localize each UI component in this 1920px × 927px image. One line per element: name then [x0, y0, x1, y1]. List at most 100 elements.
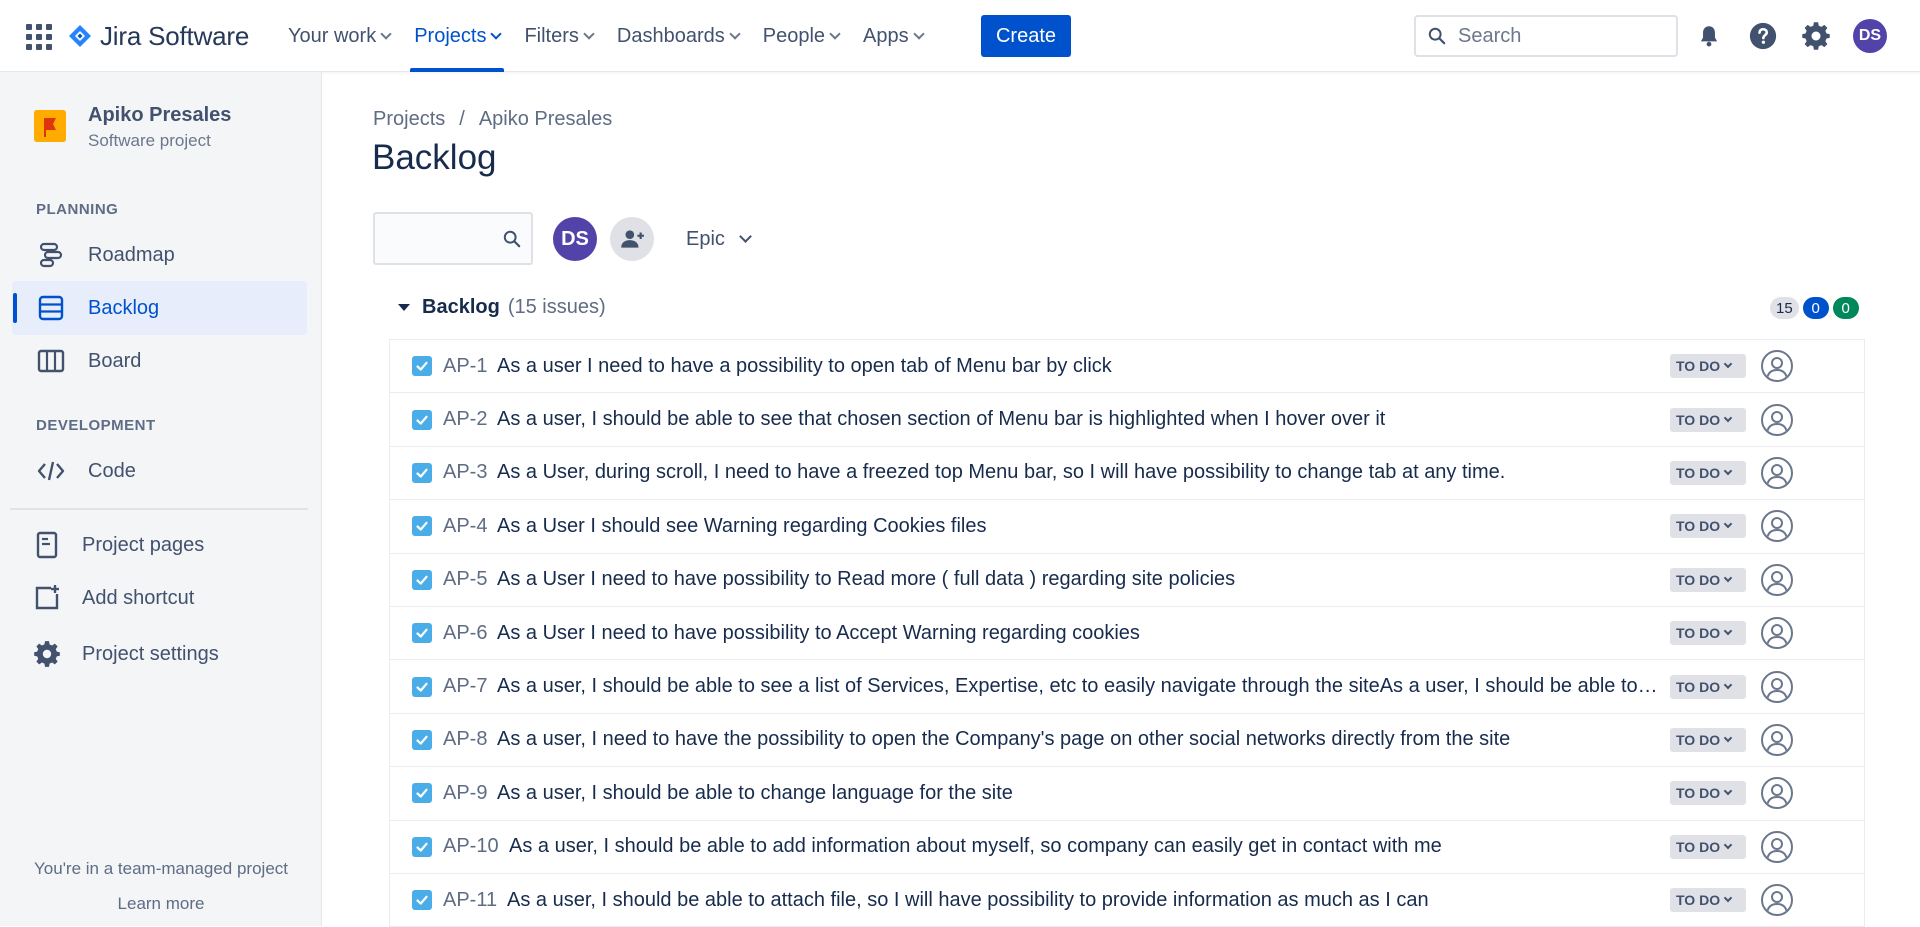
nav-projects[interactable]: Projects [402, 0, 512, 72]
unassigned-avatar-icon[interactable] [1761, 403, 1793, 436]
global-search[interactable] [1414, 15, 1678, 57]
sidebar-item-label: Backlog [88, 296, 160, 319]
table-row[interactable]: AP-6 As a User I need to have possibility… [390, 606, 1864, 661]
code-icon [36, 456, 66, 486]
issue-summary[interactable]: As a user I need to have a possibility t… [497, 355, 1112, 378]
add-people-icon[interactable] [610, 217, 654, 261]
unassigned-avatar-icon[interactable] [1761, 456, 1793, 489]
story-checkbox-icon [412, 569, 432, 590]
sidebar-item-project-pages[interactable]: Project pages [12, 518, 307, 572]
status-label: TO DO [1676, 518, 1721, 535]
nav-filters[interactable]: Filters [512, 0, 604, 72]
user-avatar[interactable]: DS [1853, 19, 1887, 53]
create-button[interactable]: Create [981, 15, 1071, 57]
unassigned-avatar-icon[interactable] [1761, 670, 1793, 703]
table-row[interactable]: AP-10 As a user, I should be able to add … [390, 820, 1864, 874]
story-checkbox-icon [412, 462, 432, 483]
status-dropdown[interactable]: TO DO [1670, 834, 1746, 859]
search-icon [1428, 27, 1446, 45]
table-row[interactable]: AP-11 As a user, I should be able to atta… [390, 873, 1864, 927]
unassigned-avatar-icon[interactable] [1761, 830, 1793, 863]
help-icon[interactable] [1745, 18, 1781, 54]
status-dropdown[interactable]: TO DO [1670, 460, 1746, 485]
project-header[interactable]: Apiko Presales Software project [34, 104, 231, 150]
issue-summary[interactable]: As a user, I should be able to add infor… [509, 835, 1442, 858]
table-row[interactable]: AP-8 As a user, I need to have the possib… [390, 713, 1864, 768]
issue-summary[interactable]: As a User I need to have possibility to … [497, 622, 1140, 645]
issue-key[interactable]: AP-9 [443, 782, 487, 805]
settings-gear-icon[interactable] [1798, 18, 1834, 54]
notifications-bell-icon[interactable] [1691, 18, 1727, 54]
search-input[interactable] [1456, 23, 1656, 49]
app-switcher-icon[interactable] [26, 24, 52, 50]
nav-apps[interactable]: Apps [851, 0, 935, 72]
status-dropdown[interactable]: TO DO [1670, 727, 1746, 752]
status-dropdown[interactable]: TO DO [1670, 354, 1746, 379]
sidebar-item-backlog[interactable]: Backlog [12, 281, 307, 335]
status-dropdown[interactable]: TO DO [1670, 407, 1746, 432]
unassigned-avatar-icon[interactable] [1761, 350, 1793, 383]
table-row[interactable]: AP-2 As a user, I should be able to see t… [390, 393, 1864, 447]
sidebar-item-add-shortcut[interactable]: Add shortcut [12, 571, 307, 625]
issue-key[interactable]: AP-7 [443, 675, 487, 698]
issue-key[interactable]: AP-1 [443, 355, 487, 378]
issue-key[interactable]: AP-4 [443, 515, 487, 538]
jira-logo[interactable]: Jira Software [68, 18, 249, 54]
issue-key[interactable]: AP-11 [443, 889, 497, 912]
sidebar-item-board[interactable]: Board [12, 334, 307, 388]
unassigned-avatar-icon[interactable] [1761, 723, 1793, 756]
table-row[interactable]: AP-3 As a User, during scroll, I need to … [390, 446, 1864, 501]
status-dropdown[interactable]: TO DO [1670, 514, 1746, 539]
nav-people[interactable]: People [751, 0, 851, 72]
unassigned-avatar-icon[interactable] [1761, 617, 1793, 650]
table-row[interactable]: AP-7 As a user, I should be able to see a… [390, 660, 1864, 714]
chevron-down-icon [1723, 359, 1733, 369]
unassigned-avatar-icon[interactable] [1761, 510, 1793, 543]
unassigned-avatar-icon[interactable] [1761, 563, 1793, 596]
learn-more-link[interactable]: Learn more [0, 894, 322, 914]
unassigned-avatar-icon[interactable] [1761, 884, 1793, 917]
issue-key[interactable]: AP-2 [443, 408, 487, 431]
issue-key[interactable]: AP-3 [443, 461, 487, 484]
backlog-search[interactable] [373, 212, 533, 265]
chevron-down-icon [1723, 840, 1733, 849]
issue-summary[interactable]: As a user, I need to have the possibilit… [497, 728, 1510, 751]
breadcrumb-project[interactable]: Apiko Presales [479, 108, 612, 131]
table-row[interactable]: AP-5 As a User I need to have possibility… [390, 553, 1864, 607]
unassigned-avatar-icon[interactable] [1761, 777, 1793, 810]
epic-filter-dropdown[interactable]: Epic [670, 217, 766, 261]
issue-summary[interactable]: As a user, I should be able to attach fi… [507, 889, 1429, 912]
chevron-down-icon [1723, 520, 1733, 529]
sidebar-item-code[interactable]: Code [12, 444, 307, 498]
table-row[interactable]: AP-1 As a user I need to have a possibili… [390, 340, 1864, 394]
issue-key[interactable]: AP-5 [443, 568, 487, 591]
issue-key[interactable]: AP-10 [443, 835, 499, 858]
issue-summary[interactable]: As a user, I should be able to see that … [497, 408, 1385, 431]
sidebar-item-project-settings[interactable]: Project settings [12, 627, 307, 681]
assignee-filter-avatar[interactable]: DS [553, 217, 597, 261]
issue-summary[interactable]: As a User I need to have possibility to … [497, 568, 1235, 591]
issue-key[interactable]: AP-8 [443, 728, 487, 751]
breadcrumb-projects[interactable]: Projects [373, 108, 445, 131]
nav-your-work[interactable]: Your work [276, 0, 402, 72]
status-dropdown[interactable]: TO DO [1670, 621, 1746, 646]
status-dropdown[interactable]: TO DO [1670, 674, 1746, 699]
issue-summary[interactable]: As a user, I should be able to change la… [497, 782, 1013, 805]
status-dropdown[interactable]: TO DO [1670, 888, 1746, 913]
status-dropdown[interactable]: TO DO [1670, 567, 1746, 592]
issue-key[interactable]: AP-6 [443, 622, 487, 645]
team-managed-note: You're in a team-managed project [34, 859, 288, 878]
issue-summary[interactable]: As a User I should see Warning regarding… [497, 515, 987, 538]
sidebar-item-roadmap[interactable]: Roadmap [12, 228, 307, 282]
collapse-triangle-icon[interactable] [398, 304, 410, 311]
issue-summary[interactable]: As a User, during scroll, I need to have… [497, 461, 1505, 484]
status-dropdown[interactable]: TO DO [1670, 781, 1746, 806]
sidebar-item-label: Code [88, 459, 136, 482]
table-row[interactable]: AP-9 As a user, I should be able to chang… [390, 767, 1864, 821]
issue-summary[interactable]: As a user, I should be able to see a lis… [497, 675, 1658, 698]
table-row[interactable]: AP-4 As a User I should see Warning regar… [390, 500, 1864, 554]
backlog-section-header: Backlog (15 issues) [398, 296, 606, 319]
backlog-search-input[interactable] [383, 224, 493, 254]
nav-dashboards[interactable]: Dashboards [605, 0, 751, 72]
todo-count-badge: 15 [1770, 297, 1799, 319]
